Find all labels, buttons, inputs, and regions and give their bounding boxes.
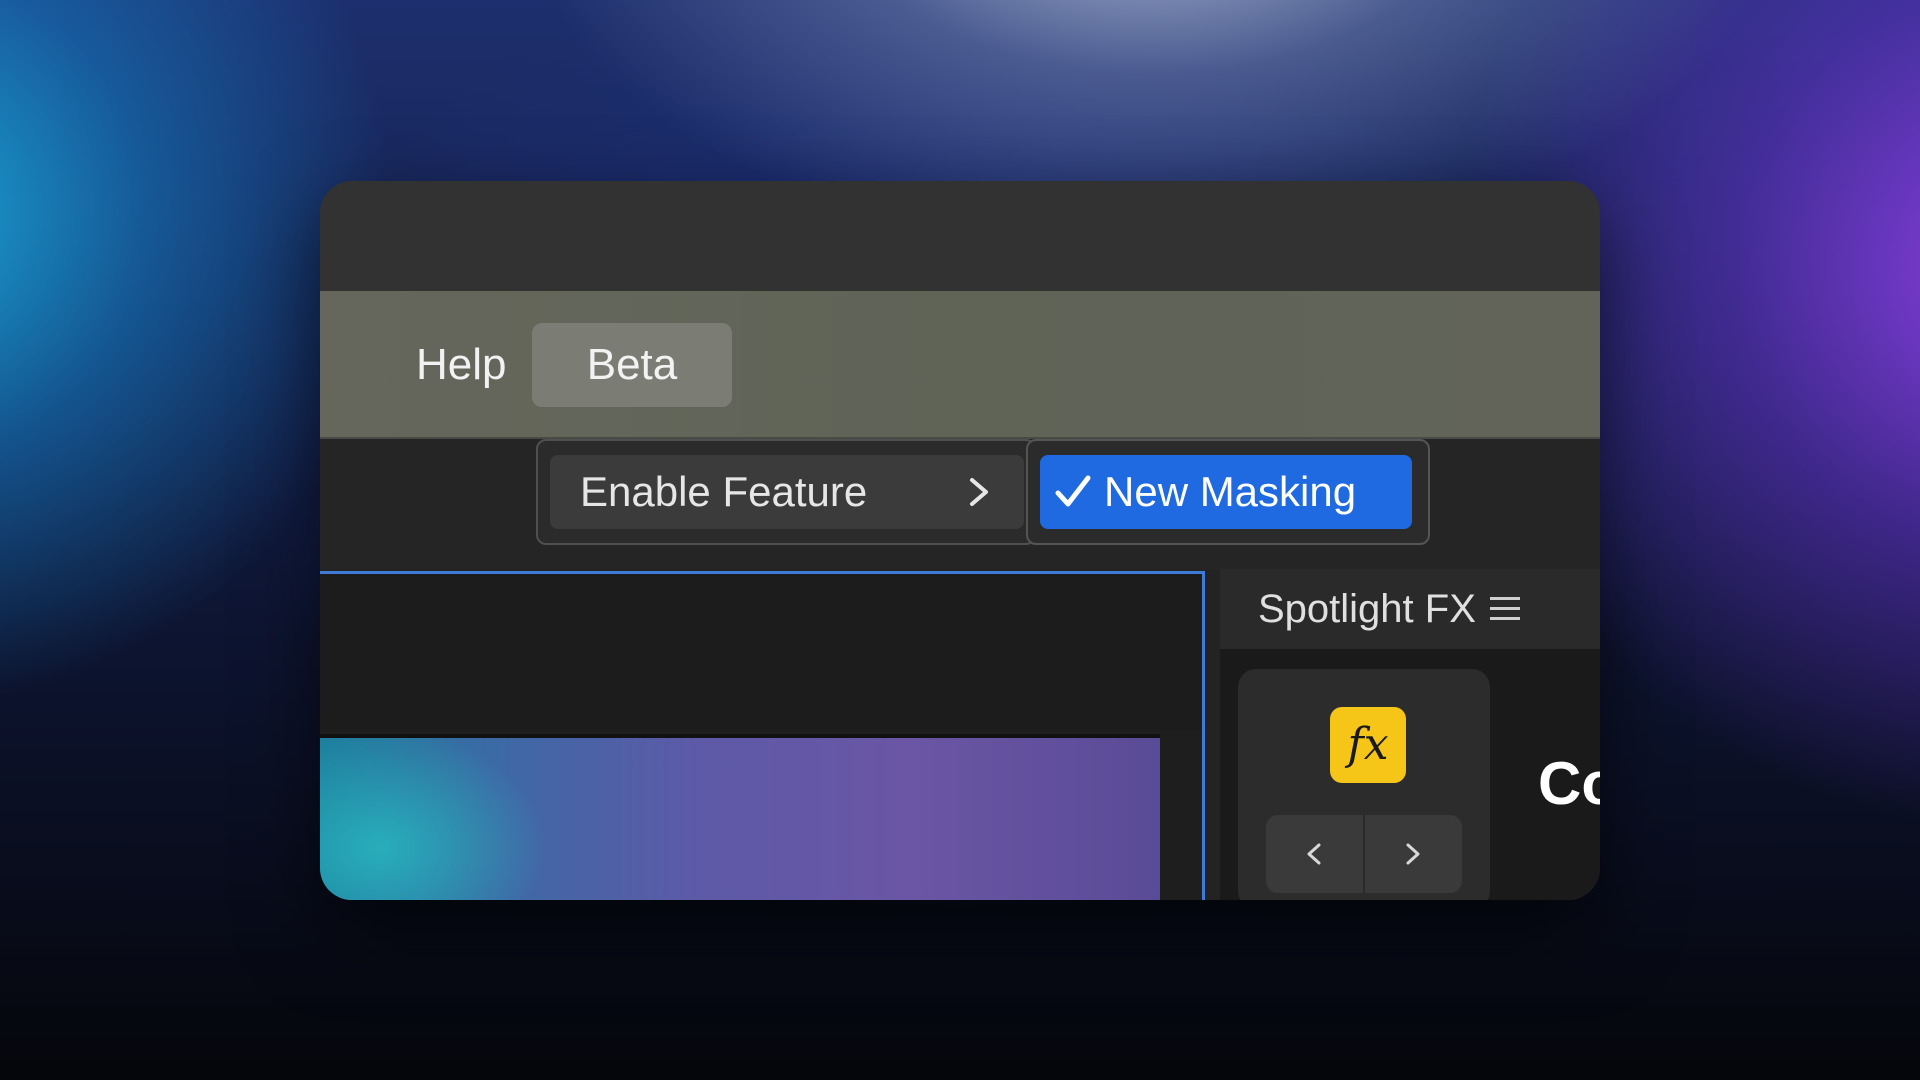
menu-beta[interactable]: Beta: [532, 323, 732, 407]
chevron-right-icon: [970, 478, 988, 506]
enable-feature-menu-item[interactable]: Enable Feature: [550, 455, 1024, 529]
workspace: Spotlight FX fx Co: [320, 569, 1600, 900]
enable-feature-label: Enable Feature: [580, 468, 868, 515]
enable-feature-flyout: New Masking: [1026, 439, 1430, 545]
panel-title: Spotlight FX: [1258, 587, 1476, 631]
program-monitor[interactable]: [320, 571, 1205, 900]
menu-bar: Help Beta: [320, 291, 1600, 439]
chevron-right-icon: [1406, 843, 1420, 865]
fx-icon: fx: [1330, 707, 1406, 783]
spotlight-fx-panel: Spotlight FX fx Co: [1220, 569, 1600, 900]
menu-help[interactable]: Help: [416, 323, 507, 407]
beta-dropdown-menu: Enable Feature: [536, 439, 1036, 545]
fx-navigation: [1266, 815, 1462, 893]
fx-card: fx: [1238, 669, 1490, 900]
chevron-left-icon: [1307, 843, 1321, 865]
panel-header: Spotlight FX: [1220, 569, 1600, 649]
dropdown-area: Enable Feature New Masking: [320, 439, 1600, 569]
panel-heading-truncated: Co: [1538, 750, 1600, 817]
new-masking-menu-item[interactable]: New Masking: [1040, 455, 1412, 529]
video-preview: [320, 734, 1160, 900]
previous-button[interactable]: [1266, 815, 1365, 893]
monitor-letterbox: [320, 574, 1202, 730]
app-window: Help Beta Enable Feature New Masking Spo…: [320, 181, 1600, 900]
next-button[interactable]: [1365, 815, 1462, 893]
title-bar: [320, 181, 1600, 291]
checkmark-icon: [1055, 475, 1091, 507]
hamburger-menu-icon[interactable]: [1490, 595, 1520, 623]
new-masking-label: New Masking: [1104, 468, 1357, 515]
